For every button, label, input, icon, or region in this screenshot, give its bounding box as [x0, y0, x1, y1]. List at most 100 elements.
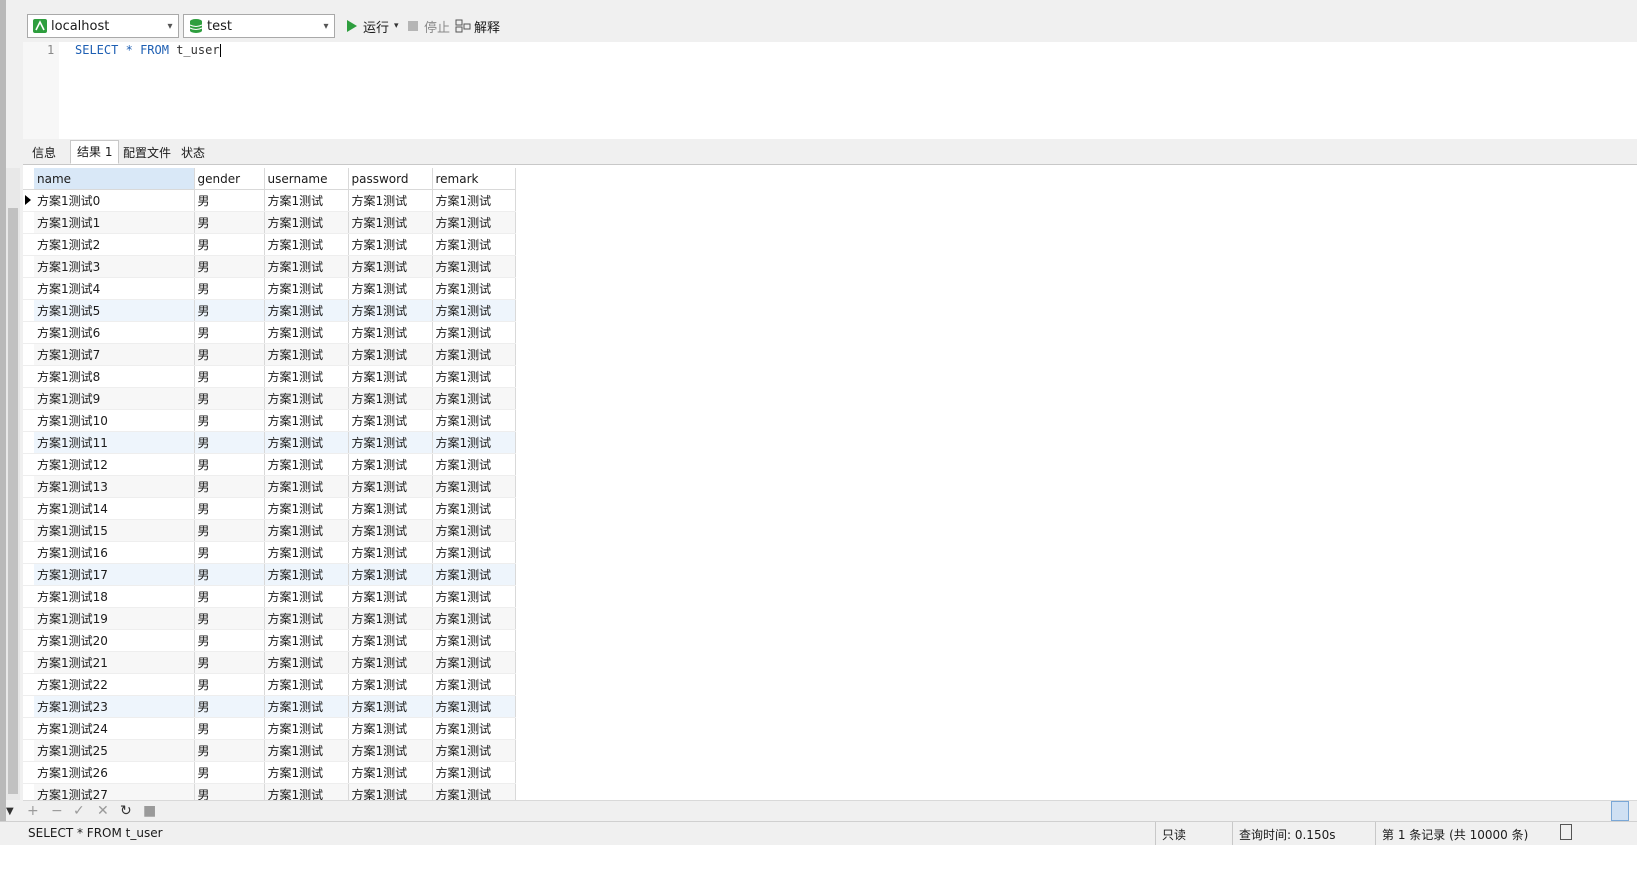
cell-remark[interactable]: 方案1测试 [432, 585, 516, 608]
chevron-down-icon[interactable]: ▼ [6, 806, 14, 817]
row-indicator[interactable] [23, 563, 34, 586]
cell-gender[interactable]: 男 [194, 717, 265, 740]
table-row[interactable]: 方案1测试19 男方案1测试 方案1测试 方案1测试 [23, 607, 516, 630]
scrollbar-thumb[interactable] [8, 208, 18, 794]
cell-name[interactable]: 方案1测试26 [34, 761, 195, 784]
row-indicator[interactable] [23, 585, 34, 608]
table-row[interactable]: 方案1测试22 男方案1测试 方案1测试 方案1测试 [23, 673, 516, 696]
cell-gender[interactable]: 男 [194, 629, 265, 652]
cell-gender[interactable]: 男 [194, 211, 265, 234]
cell-gender[interactable]: 男 [194, 255, 265, 278]
table-row[interactable]: 方案1测试10 男方案1测试 方案1测试 方案1测试 [23, 409, 516, 432]
table-row[interactable]: 方案1测试3 男方案1测试 方案1测试 方案1测试 [23, 255, 516, 278]
cell-username[interactable]: 方案1测试 [264, 563, 349, 586]
cell-name[interactable]: 方案1测试4 [34, 277, 195, 300]
table-row[interactable]: 方案1测试24 男方案1测试 方案1测试 方案1测试 [23, 717, 516, 740]
row-indicator[interactable] [23, 189, 34, 212]
row-indicator[interactable] [23, 519, 34, 542]
table-row[interactable]: 方案1测试0 男方案1测试 方案1测试 方案1测试 [23, 189, 516, 212]
row-indicator[interactable] [23, 321, 34, 344]
cell-username[interactable]: 方案1测试 [264, 299, 349, 322]
row-indicator[interactable] [23, 717, 34, 740]
row-indicator[interactable] [23, 211, 34, 234]
row-indicator[interactable] [23, 277, 34, 300]
row-indicator[interactable] [23, 475, 34, 498]
cell-password[interactable]: 方案1测试 [348, 541, 433, 564]
tab-info[interactable]: 信息 [25, 141, 63, 163]
cell-remark[interactable]: 方案1测试 [432, 629, 516, 652]
cell-password[interactable]: 方案1测试 [348, 629, 433, 652]
cell-username[interactable]: 方案1测试 [264, 651, 349, 674]
run-button[interactable]: 运行 ▾ [345, 16, 399, 36]
cell-gender[interactable]: 男 [194, 387, 265, 410]
cell-username[interactable]: 方案1测试 [264, 211, 349, 234]
cell-password[interactable]: 方案1测试 [348, 365, 433, 388]
row-indicator[interactable] [23, 673, 34, 696]
cell-remark[interactable]: 方案1测试 [432, 607, 516, 630]
cell-password[interactable]: 方案1测试 [348, 497, 433, 520]
cell-username[interactable]: 方案1测试 [264, 233, 349, 256]
cell-name[interactable]: 方案1测试5 [34, 299, 195, 322]
cell-password[interactable]: 方案1测试 [348, 673, 433, 696]
cell-password[interactable]: 方案1测试 [348, 739, 433, 762]
cell-username[interactable]: 方案1测试 [264, 453, 349, 476]
table-row[interactable]: 方案1测试20 男方案1测试 方案1测试 方案1测试 [23, 629, 516, 652]
table-row[interactable]: 方案1测试26 男方案1测试 方案1测试 方案1测试 [23, 761, 516, 784]
table-row[interactable]: 方案1测试2 男方案1测试 方案1测试 方案1测试 [23, 233, 516, 256]
cell-gender[interactable]: 男 [194, 519, 265, 542]
cell-name[interactable]: 方案1测试3 [34, 255, 195, 278]
table-row[interactable]: 方案1测试12 男方案1测试 方案1测试 方案1测试 [23, 453, 516, 476]
cell-name[interactable]: 方案1测试9 [34, 387, 195, 410]
cell-remark[interactable]: 方案1测试 [432, 651, 516, 674]
cell-username[interactable]: 方案1测试 [264, 431, 349, 454]
cell-name[interactable]: 方案1测试13 [34, 475, 195, 498]
cell-username[interactable]: 方案1测试 [264, 409, 349, 432]
table-row[interactable]: 方案1测试21 男方案1测试 方案1测试 方案1测试 [23, 651, 516, 674]
tab-profile[interactable]: 配置文件 [116, 141, 178, 163]
cell-remark[interactable]: 方案1测试 [432, 343, 516, 366]
cell-username[interactable]: 方案1测试 [264, 541, 349, 564]
cell-remark[interactable]: 方案1测试 [432, 277, 516, 300]
cell-remark[interactable]: 方案1测试 [432, 541, 516, 564]
chevron-down-icon[interactable]: ▾ [318, 15, 334, 37]
stop-button[interactable]: 停止 [407, 16, 450, 36]
table-row[interactable]: 方案1测试7 男方案1测试 方案1测试 方案1测试 [23, 343, 516, 366]
table-row[interactable]: 方案1测试11 男方案1测试 方案1测试 方案1测试 [23, 431, 516, 454]
check-icon[interactable]: ✓ [73, 803, 85, 819]
row-indicator[interactable] [23, 409, 34, 432]
cell-name[interactable]: 方案1测试14 [34, 497, 195, 520]
cell-name[interactable]: 方案1测试21 [34, 651, 195, 674]
cell-gender[interactable]: 男 [194, 233, 265, 256]
table-row[interactable]: 方案1测试1 男方案1测试 方案1测试 方案1测试 [23, 211, 516, 234]
table-row[interactable]: 方案1测试9 男方案1测试 方案1测试 方案1测试 [23, 387, 516, 410]
database-select[interactable]: test ▾ [183, 14, 335, 38]
vertical-scrollbar[interactable] [6, 168, 20, 800]
cell-username[interactable]: 方案1测试 [264, 585, 349, 608]
cell-username[interactable]: 方案1测试 [264, 739, 349, 762]
cell-name[interactable]: 方案1测试15 [34, 519, 195, 542]
cell-name[interactable]: 方案1测试20 [34, 629, 195, 652]
sql-editor[interactable]: 1 SELECT * FROM t_user [23, 42, 1637, 140]
cell-username[interactable]: 方案1测试 [264, 761, 349, 784]
cell-remark[interactable]: 方案1测试 [432, 761, 516, 784]
row-indicator[interactable] [23, 497, 34, 520]
cell-password[interactable]: 方案1测试 [348, 211, 433, 234]
column-header-name[interactable]: name [34, 168, 195, 190]
cell-username[interactable]: 方案1测试 [264, 519, 349, 542]
cell-gender[interactable]: 男 [194, 343, 265, 366]
table-row[interactable]: 方案1测试25 男方案1测试 方案1测试 方案1测试 [23, 739, 516, 762]
cell-password[interactable]: 方案1测试 [348, 409, 433, 432]
row-indicator[interactable] [23, 739, 34, 762]
table-row[interactable]: 方案1测试13 男方案1测试 方案1测试 方案1测试 [23, 475, 516, 498]
cell-username[interactable]: 方案1测试 [264, 717, 349, 740]
cell-gender[interactable]: 男 [194, 541, 265, 564]
cell-remark[interactable]: 方案1测试 [432, 497, 516, 520]
cell-username[interactable]: 方案1测试 [264, 673, 349, 696]
cell-remark[interactable]: 方案1测试 [432, 475, 516, 498]
cell-password[interactable]: 方案1测试 [348, 585, 433, 608]
sql-code-line[interactable]: SELECT * FROM t_user [75, 43, 221, 57]
cell-remark[interactable]: 方案1测试 [432, 717, 516, 740]
cell-gender[interactable]: 男 [194, 475, 265, 498]
row-indicator[interactable] [23, 695, 34, 718]
cell-name[interactable]: 方案1测试1 [34, 211, 195, 234]
